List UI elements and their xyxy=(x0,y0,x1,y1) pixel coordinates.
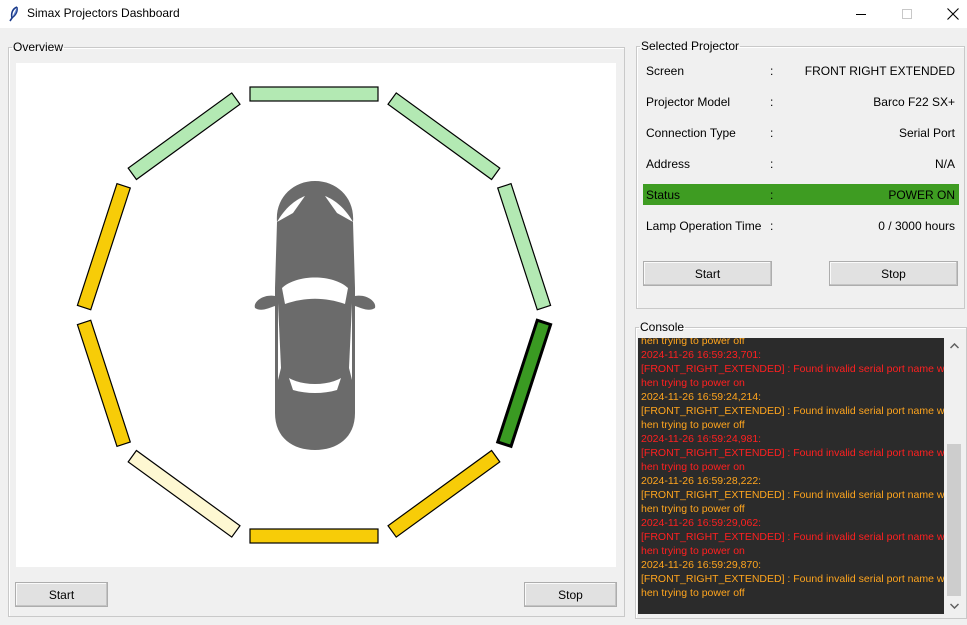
console-line: [FRONT_RIGHT_EXTENDED] : Found invalid s… xyxy=(641,573,944,585)
connection-type-label: Connection Type xyxy=(646,126,736,140)
status-value: POWER ON xyxy=(888,188,955,202)
console-line: [FRONT_RIGHT_EXTENDED] : Found invalid s… xyxy=(641,447,944,459)
colon-separator: : xyxy=(770,95,774,109)
close-button[interactable] xyxy=(930,0,967,28)
projector-segment[interactable] xyxy=(127,92,241,181)
chevron-up-icon xyxy=(949,343,959,349)
title-bar: Simax Projectors Dashboard xyxy=(0,0,967,28)
colon-separator: : xyxy=(770,157,774,171)
console-legend: Console xyxy=(640,320,685,334)
projector-map xyxy=(76,86,553,544)
scroll-down-button[interactable] xyxy=(945,598,963,614)
console-line: hen trying to power off xyxy=(641,587,745,599)
projector-segment[interactable] xyxy=(495,318,553,449)
connection-type-value: Serial Port xyxy=(898,126,955,140)
console-line: 2024-11-26 16:59:24,981: xyxy=(641,433,762,445)
minimize-icon xyxy=(856,14,866,15)
projector-segment[interactable] xyxy=(496,182,552,311)
screen-label: Screen xyxy=(646,64,685,78)
console-line: hen trying to power on xyxy=(641,545,745,557)
overview-canvas xyxy=(16,63,616,567)
console-line: 2024-11-26 16:59:29,062: xyxy=(641,517,762,529)
projector-segment[interactable] xyxy=(249,528,379,544)
overview-stop-button[interactable]: Stop xyxy=(524,582,617,607)
selected-projector-legend: Selected Projector xyxy=(641,39,740,53)
projector-segment[interactable] xyxy=(387,449,501,538)
address-label: Address xyxy=(646,157,691,171)
console-line: 2024-11-26 16:59:23,701: xyxy=(641,349,762,361)
colon-separator: : xyxy=(770,219,774,233)
console-log[interactable]: hen trying to power off 2024-11-26 16:59:… xyxy=(638,338,944,614)
console-line: 2024-11-26 16:59:24,214: xyxy=(641,391,762,403)
overview-legend: Overview xyxy=(13,40,64,54)
car-icon xyxy=(254,181,376,450)
colon-separator: : xyxy=(770,64,774,78)
projector-segment[interactable] xyxy=(76,182,132,311)
colon-separator: : xyxy=(770,126,774,140)
maximize-icon xyxy=(902,9,912,19)
address-row: Address : N/A xyxy=(643,153,959,174)
screen-value: FRONT RIGHT EXTENDED xyxy=(804,64,955,78)
projector-segment[interactable] xyxy=(249,86,379,102)
console-line: hen trying to power off xyxy=(641,338,745,347)
projector-segment[interactable] xyxy=(387,92,501,181)
projector-stop-button[interactable]: Stop xyxy=(829,261,958,286)
scroll-thumb[interactable] xyxy=(947,444,961,596)
console-line: 2024-11-26 16:59:29,870: xyxy=(641,559,762,571)
maximize-button[interactable] xyxy=(884,0,930,28)
projector-model-value: Barco F22 SX+ xyxy=(873,95,955,109)
projector-model-row: Projector Model : Barco F22 SX+ xyxy=(643,91,959,112)
colon-separator: : xyxy=(770,188,774,202)
status-label: Status xyxy=(646,188,681,202)
console-line: [FRONT_RIGHT_EXTENDED] : Found invalid s… xyxy=(641,405,944,417)
overview-start-button[interactable]: Start xyxy=(15,582,108,607)
screen-row: Screen : FRONT RIGHT EXTENDED xyxy=(643,60,959,81)
projector-segment[interactable] xyxy=(127,449,241,538)
window-title: Simax Projectors Dashboard xyxy=(27,6,180,20)
projector-segment[interactable] xyxy=(76,319,132,448)
lamp-time-value: 0 / 3000 hours xyxy=(878,219,955,233)
scroll-up-button[interactable] xyxy=(945,338,963,354)
chevron-down-icon xyxy=(949,603,959,609)
console-line: hen trying to power off xyxy=(641,503,745,515)
lamp-time-row: Lamp Operation Time : 0 / 3000 hours xyxy=(643,215,959,236)
projector-start-button[interactable]: Start xyxy=(643,261,772,286)
projector-model-label: Projector Model xyxy=(646,95,731,109)
console-line: 2024-11-26 16:59:28,222: xyxy=(641,475,762,487)
console-line: [FRONT_RIGHT_EXTENDED] : Found invalid s… xyxy=(641,531,944,543)
console-line: hen trying to power off xyxy=(641,419,745,431)
close-icon xyxy=(947,8,959,20)
address-value: N/A xyxy=(934,157,955,171)
lamp-time-label: Lamp Operation Time xyxy=(646,219,762,233)
console-line: hen trying to power on xyxy=(641,377,745,389)
minimize-button[interactable] xyxy=(838,0,884,28)
console-line: [FRONT_RIGHT_EXTENDED] : Found invalid s… xyxy=(641,489,944,501)
connection-type-row: Connection Type : Serial Port xyxy=(643,122,959,143)
console-scrollbar[interactable] xyxy=(945,338,963,614)
console-line: hen trying to power on xyxy=(641,461,745,473)
status-row: Status : POWER ON xyxy=(643,184,959,205)
console-line: [FRONT_RIGHT_EXTENDED] : Found invalid s… xyxy=(641,363,944,375)
feather-icon xyxy=(9,6,18,22)
